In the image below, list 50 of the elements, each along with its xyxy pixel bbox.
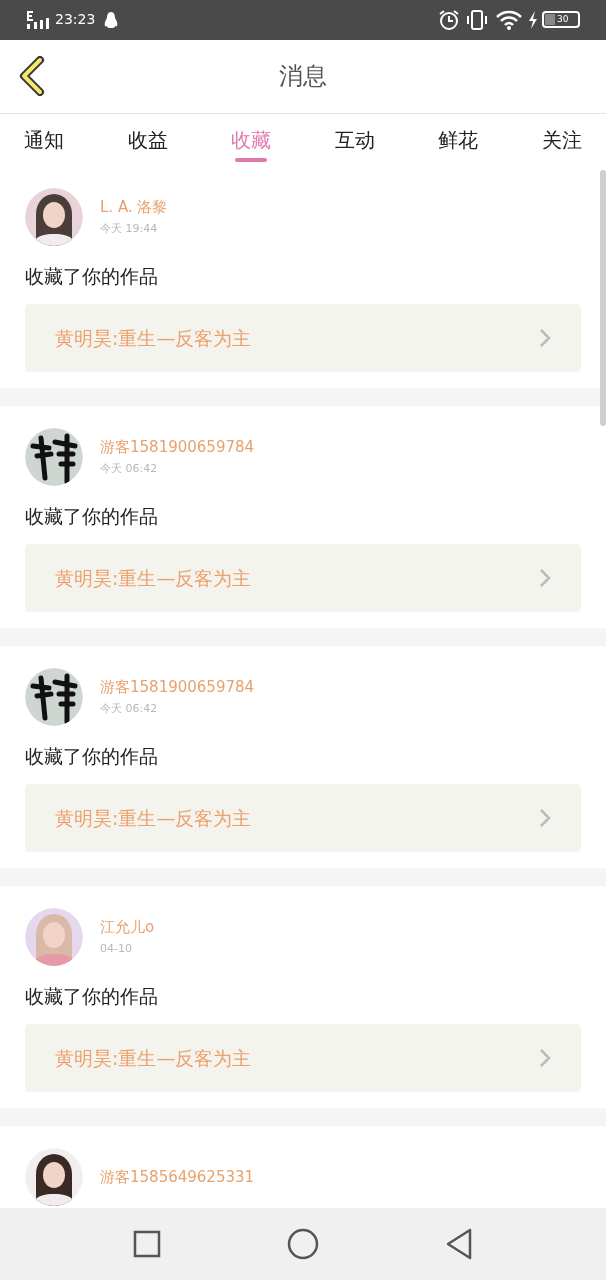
signal-icon <box>26 10 52 30</box>
penguin-icon <box>103 11 120 29</box>
work-title: 黄明昊:重生—反客为主 <box>55 565 253 591</box>
message-text: 收藏了你的作品 <box>25 263 159 289</box>
user-name[interactable]: L. A. 洛黎 <box>100 196 168 217</box>
tab[interactable]: 通知 <box>24 117 64 162</box>
message-text: 收藏了你的作品 <box>25 503 159 529</box>
back-nav-button[interactable] <box>445 1228 473 1260</box>
timestamp: 今天 06:42 <box>100 700 159 717</box>
work-link[interactable]: 黄明昊:重生—反客为主 <box>25 783 581 852</box>
notification-card[interactable]: 游客1581900659784 今天 06:42 收藏了你的作品 黄明昊:重生—反客为主 <box>0 645 606 868</box>
notification-card[interactable]: 游客1581900659784 今天 06:42 收藏了你的作品 黄明昊:重生—反客为主 <box>0 405 606 628</box>
work-title: 黄明昊:重生—反客为主 <box>55 1045 253 1071</box>
back-icon <box>18 56 46 97</box>
tab[interactable]: 鲜花 <box>438 117 479 162</box>
timestamp: 今天 19:44 <box>100 220 159 237</box>
tab[interactable]: 互动 <box>334 117 375 162</box>
message-text: 收藏了你的作品 <box>25 743 159 769</box>
recent-apps-button[interactable] <box>133 1230 161 1258</box>
user-name[interactable]: 游客1585649625331 <box>100 1166 255 1187</box>
user-name[interactable]: 游客1581900659784 <box>100 676 255 697</box>
vibrate-icon <box>466 9 488 31</box>
page-title: 消息 <box>279 61 327 93</box>
work-title: 黄明昊:重生—反客为主 <box>55 805 253 831</box>
chevron-right-icon <box>539 1047 551 1068</box>
clock-time: 23:23 <box>55 10 96 30</box>
message-text: 收藏了你的作品 <box>25 983 159 1009</box>
tab[interactable]: 关注 <box>541 117 582 162</box>
tab[interactable]: 收益 <box>127 117 168 162</box>
notification-card[interactable]: L. A. 洛黎 今天 19:44 收藏了你的作品 黄明昊:重生—反客为主 <box>0 165 606 388</box>
work-link[interactable]: 黄明昊:重生—反客为主 <box>25 543 581 612</box>
work-link[interactable]: 黄明昊:重生—反客为主 <box>25 303 581 372</box>
chevron-right-icon <box>539 327 551 348</box>
user-name[interactable]: 江允儿o <box>100 916 155 937</box>
chevron-right-icon <box>539 807 551 828</box>
charging-icon <box>528 11 538 29</box>
timestamp: 04-10 <box>100 940 133 957</box>
home-button[interactable] <box>287 1228 319 1260</box>
notification-card[interactable]: 江允儿o 04-10 收藏了你的作品 黄明昊:重生—反客为主 <box>0 885 606 1108</box>
timestamp: 今天 06:42 <box>100 460 159 477</box>
work-title: 黄明昊:重生—反客为主 <box>55 325 253 351</box>
tab[interactable]: 收藏 <box>231 117 272 162</box>
scrollbar[interactable] <box>600 169 606 426</box>
notification-card[interactable]: 游客1585649625331 <box>0 1125 606 1209</box>
wifi-icon <box>496 10 522 30</box>
work-link[interactable]: 黄明昊:重生—反客为主 <box>25 1023 581 1092</box>
chevron-right-icon <box>539 567 551 588</box>
alarm-icon <box>438 9 460 31</box>
battery-level: 30 <box>557 15 569 25</box>
user-name[interactable]: 游客1581900659784 <box>100 436 255 457</box>
